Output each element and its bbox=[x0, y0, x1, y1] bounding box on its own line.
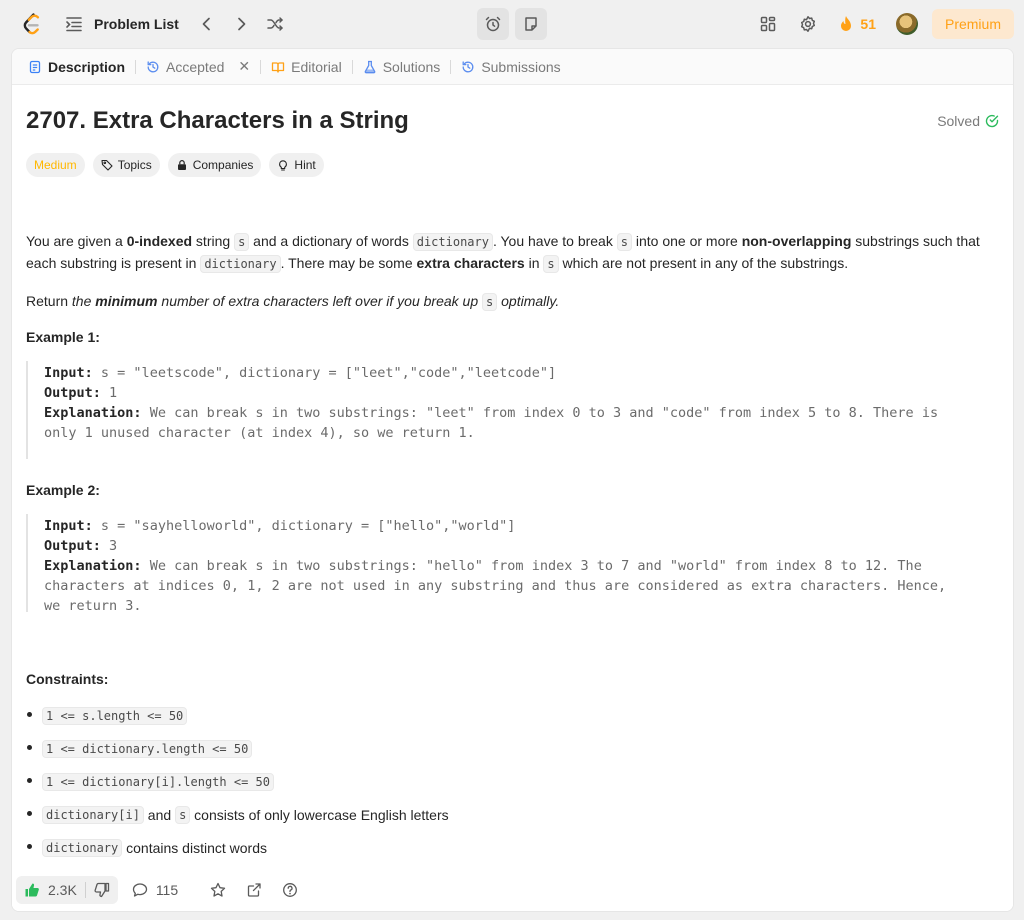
problem-list-label: Problem List bbox=[94, 16, 179, 32]
example-title: Example 2: bbox=[26, 482, 100, 498]
tag-icon bbox=[101, 159, 113, 171]
problem-title[interactable]: 2707. Extra Characters in a String bbox=[26, 107, 409, 135]
constraints-list: 1 <= s.length <= 50 1 <= dictionary.leng… bbox=[26, 699, 449, 864]
problem-list-button[interactable]: Problem List bbox=[64, 14, 179, 34]
problem-tags: Medium Topics Companies Hint bbox=[26, 153, 324, 177]
gear-icon bbox=[801, 16, 816, 32]
list-item: dictionary contains distinct words bbox=[26, 831, 449, 864]
close-icon[interactable]: ✕ bbox=[238, 58, 250, 75]
list-item: dictionary[i] and s consists of only low… bbox=[26, 798, 449, 831]
comment-icon bbox=[132, 883, 147, 897]
timer-button[interactable] bbox=[477, 8, 509, 40]
comments-button[interactable]: 115 bbox=[132, 882, 178, 898]
tab-accepted[interactable]: Accepted ✕ bbox=[142, 58, 254, 75]
check-circle-icon bbox=[985, 114, 999, 128]
flask-icon bbox=[364, 60, 376, 73]
list-icon bbox=[66, 17, 82, 32]
shuffle-icon bbox=[267, 17, 283, 31]
comments-count: 115 bbox=[155, 882, 179, 898]
description-paragraph: You are given a 0-indexed string s and a… bbox=[26, 233, 980, 273]
tab-editorial[interactable]: Editorial bbox=[267, 59, 346, 75]
tab-divider bbox=[450, 59, 452, 74]
tab-divider bbox=[135, 59, 137, 74]
fire-icon bbox=[841, 16, 852, 31]
topics-tag-button[interactable]: Topics bbox=[92, 153, 160, 177]
chevron-right-icon bbox=[237, 17, 246, 31]
thumbs-down-icon bbox=[94, 882, 109, 898]
description-panel: Description Accepted ✕ Editorial Solutio… bbox=[11, 48, 1014, 912]
share-button[interactable] bbox=[246, 882, 262, 898]
note-icon bbox=[525, 17, 537, 31]
list-item: 1 <= dictionary.length <= 50 bbox=[26, 732, 449, 765]
settings-button[interactable] bbox=[792, 8, 824, 40]
tab-divider bbox=[260, 59, 262, 74]
history-icon bbox=[147, 60, 159, 72]
panel-tabs: Description Accepted ✕ Editorial Solutio… bbox=[12, 49, 1013, 85]
list-item: 1 <= s.length <= 50 bbox=[26, 699, 449, 732]
help-button[interactable] bbox=[282, 882, 298, 898]
dislike-button[interactable] bbox=[94, 882, 110, 898]
external-link-icon bbox=[247, 883, 261, 897]
chevron-left-icon bbox=[202, 17, 210, 31]
like-button[interactable]: 2.3K bbox=[24, 882, 77, 898]
layout-grid-icon bbox=[761, 16, 776, 32]
top-navbar: Problem List 51 Premium bbox=[0, 0, 1024, 48]
book-icon bbox=[271, 61, 285, 73]
constraints-title: Constraints: bbox=[26, 671, 109, 687]
difficulty-badge: Medium bbox=[26, 153, 85, 177]
history-icon bbox=[462, 60, 474, 72]
streak-count: 51 bbox=[860, 16, 876, 32]
question-circle-icon bbox=[283, 883, 298, 897]
lock-icon bbox=[177, 160, 186, 170]
user-avatar[interactable] bbox=[895, 13, 918, 35]
tab-solutions[interactable]: Solutions bbox=[359, 59, 445, 75]
vote-divider bbox=[84, 882, 86, 898]
lightbulb-icon bbox=[279, 160, 288, 171]
random-problem-button[interactable] bbox=[259, 10, 291, 38]
problem-description: You are given a 0-indexed string s and a… bbox=[26, 231, 1001, 329]
layout-button[interactable] bbox=[752, 8, 784, 40]
vote-group: 2.3K bbox=[16, 876, 118, 904]
notes-button[interactable] bbox=[515, 8, 547, 40]
example-block: Input: s = "leetscode", dictionary = ["l… bbox=[26, 361, 996, 459]
favorite-button[interactable] bbox=[210, 882, 226, 898]
leetcode-logo-icon[interactable] bbox=[20, 12, 44, 36]
alarm-clock-icon bbox=[485, 16, 501, 32]
tab-submissions[interactable]: Submissions bbox=[457, 59, 564, 75]
star-icon bbox=[210, 882, 226, 897]
tab-divider bbox=[351, 59, 353, 74]
list-item: 1 <= dictionary[i].length <= 50 bbox=[26, 765, 449, 798]
return-paragraph: Return the minimum number of extra chara… bbox=[26, 293, 560, 311]
daily-streak[interactable]: 51 bbox=[838, 15, 876, 33]
premium-button[interactable]: Premium bbox=[931, 9, 1014, 39]
bottom-action-bar: 2.3K 115 bbox=[12, 869, 1013, 911]
tab-description[interactable]: Description bbox=[24, 59, 129, 75]
prev-problem-button[interactable] bbox=[191, 10, 223, 38]
next-problem-button[interactable] bbox=[225, 10, 257, 38]
example-block: Input: s = "sayhelloworld", dictionary =… bbox=[26, 514, 996, 614]
hint-tag-button[interactable]: Hint bbox=[269, 153, 324, 177]
companies-tag-button[interactable]: Companies bbox=[167, 153, 262, 177]
document-icon bbox=[29, 60, 41, 73]
solved-status: Solved bbox=[937, 113, 999, 129]
likes-count: 2.3K bbox=[48, 882, 77, 898]
thumbs-up-icon bbox=[25, 883, 39, 897]
example-title: Example 1: bbox=[26, 329, 100, 345]
